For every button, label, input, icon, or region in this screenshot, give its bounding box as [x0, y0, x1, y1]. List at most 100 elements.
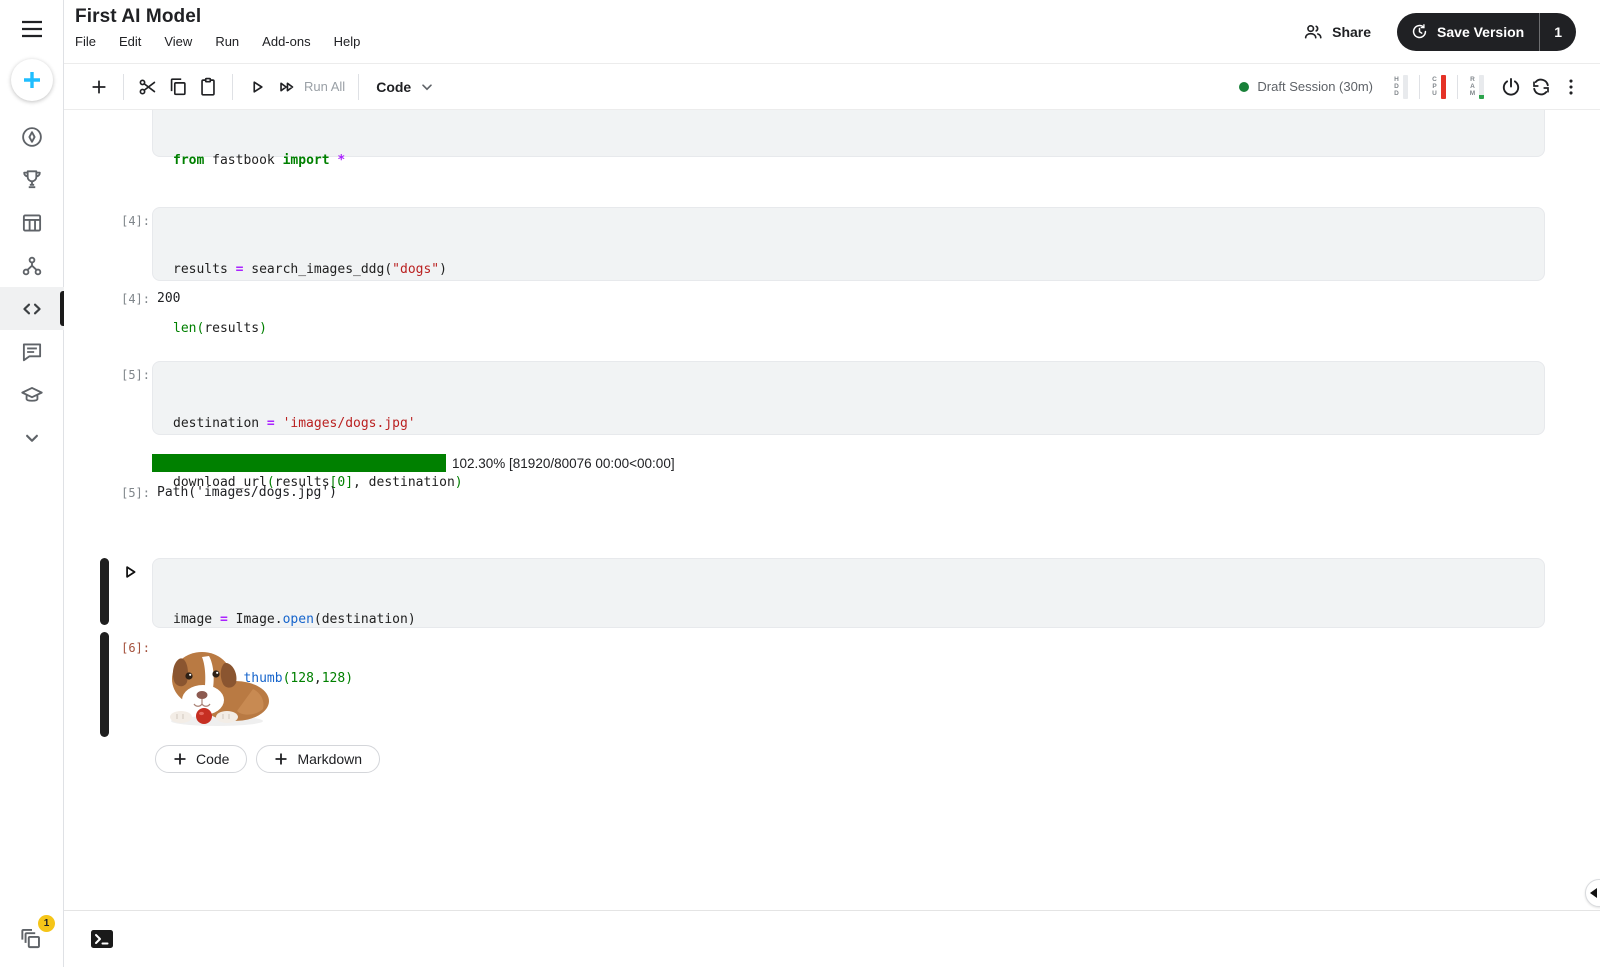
cpu-meter: CPU	[1425, 75, 1452, 99]
meter-divider	[1457, 75, 1458, 99]
menubar: File Edit View Run Add-ons Help	[75, 34, 360, 49]
trophy-icon	[19, 167, 45, 193]
chevron-down-icon	[19, 425, 45, 451]
paste-cell-button[interactable]	[193, 72, 223, 102]
code-line[interactable]: destination = 'images/dogs.jpg'	[173, 414, 1524, 434]
session-status-dot	[1239, 82, 1249, 92]
hdd-meter: HDD	[1387, 75, 1414, 99]
console-button[interactable]	[90, 929, 114, 949]
sidebar-item-discussions[interactable]	[0, 330, 64, 373]
sidebar-item-competitions[interactable]	[0, 158, 64, 201]
code-line[interactable]: image.to_thumb(128,128)	[173, 669, 1524, 689]
code-icon	[19, 296, 45, 322]
compass-icon	[19, 124, 45, 150]
create-button[interactable]	[11, 59, 53, 101]
table-grid-icon	[19, 210, 45, 236]
menu-add-ons[interactable]: Add-ons	[262, 34, 310, 49]
menu-edit[interactable]: Edit	[119, 34, 141, 49]
code-line[interactable]: results = search_images_ddg("dogs")	[173, 260, 1524, 280]
cell-type-dropdown[interactable]: Code	[368, 75, 441, 99]
app-window: 1 First AI Model File Edit View Run Add-…	[0, 0, 1600, 967]
save-version-label: Save Version	[1437, 24, 1524, 40]
triangle-left-icon	[1590, 888, 1597, 898]
sidebar-item-home[interactable]	[0, 115, 64, 158]
add-cell-row: Code Markdown	[155, 745, 380, 773]
people-icon	[1302, 21, 1324, 43]
save-version-button[interactable]: Save Version 1	[1397, 13, 1576, 51]
play-icon	[120, 562, 140, 582]
toolbar-divider	[358, 74, 359, 100]
share-button[interactable]: Share	[1302, 21, 1371, 43]
code-line[interactable]: from fastbook import *	[173, 151, 1524, 171]
notebook-toolbar: Run All Code Draft Session (30m) HDD	[64, 64, 1600, 110]
hdd-meter-label: HDD	[1393, 76, 1400, 97]
meter-divider	[1419, 75, 1420, 99]
menu-view[interactable]: View	[164, 34, 192, 49]
notebook-title[interactable]: First AI Model	[75, 4, 360, 30]
run-all-button[interactable]	[272, 72, 302, 102]
model-network-icon	[19, 253, 45, 279]
comment-icon	[19, 339, 45, 365]
download-progress: 102.30% [81920/80076 00:00<00:00]	[152, 454, 675, 472]
cell-output-text: 200	[157, 291, 180, 306]
copy-cell-button[interactable]	[163, 72, 193, 102]
input-prompt: [5]:	[110, 368, 150, 382]
code-line[interactable]: len(results)	[173, 319, 1524, 339]
hdd-meter-bar	[1403, 75, 1408, 99]
add-code-cell-button[interactable]: Code	[155, 745, 247, 773]
run-cell-button[interactable]	[242, 72, 272, 102]
restart-session-button[interactable]	[1526, 72, 1556, 102]
selected-output-indicator	[100, 632, 109, 737]
scissors-icon	[137, 76, 159, 98]
hamburger-menu-button[interactable]	[0, 16, 64, 42]
plus-icon	[88, 76, 110, 98]
refresh-icon	[1529, 75, 1553, 99]
menu-help[interactable]: Help	[334, 34, 361, 49]
output-prompt: [4]:	[110, 292, 150, 306]
toolbar-divider	[123, 74, 124, 100]
code-line[interactable]: download_url(results[0], destination)	[173, 473, 1524, 493]
sidebar-item-models[interactable]	[0, 244, 64, 287]
cpu-meter-bar	[1441, 75, 1446, 99]
bottom-bar	[64, 910, 1600, 967]
kebab-menu-icon	[1560, 76, 1582, 98]
run-this-cell-button[interactable]	[118, 560, 142, 584]
header: First AI Model File Edit View Run Add-on…	[64, 0, 1600, 64]
more-options-button[interactable]	[1556, 72, 1586, 102]
play-icon	[246, 76, 268, 98]
menu-file[interactable]: File	[75, 34, 96, 49]
events-count-badge: 1	[38, 915, 55, 932]
active-events-button[interactable]: 1	[17, 923, 47, 953]
add-cell-button[interactable]	[84, 72, 114, 102]
resource-meters: HDD CPU RAM	[1387, 75, 1490, 99]
chevron-down-icon	[421, 81, 433, 93]
copy-icon	[167, 76, 189, 98]
cut-cell-button[interactable]	[133, 72, 163, 102]
graduation-cap-icon	[19, 382, 45, 408]
run-all-label[interactable]: Run All	[304, 79, 345, 94]
main-area: First AI Model File Edit View Run Add-on…	[64, 0, 1600, 967]
sidebar-item-code[interactable]	[0, 287, 64, 330]
code-cell-download-url[interactable]: destination = 'images/dogs.jpg' download…	[152, 361, 1545, 435]
sidebar-item-learn[interactable]	[0, 373, 64, 416]
session-status: Draft Session (30m)	[1239, 79, 1373, 94]
power-session-button[interactable]	[1496, 72, 1526, 102]
code-cell-search-images[interactable]: results = search_images_ddg("dogs") len(…	[152, 207, 1545, 281]
code-line[interactable]: image = Image.open(destination)	[173, 610, 1524, 630]
history-clock-icon	[1410, 22, 1429, 41]
output-prompt: [6]:	[110, 641, 150, 655]
menu-run[interactable]: Run	[215, 34, 239, 49]
selected-cell-indicator	[100, 558, 109, 625]
version-count[interactable]: 1	[1540, 13, 1576, 51]
cell-type-value: Code	[376, 79, 411, 95]
code-cell-imports[interactable]: from fastbook import * from fastai.visio…	[152, 110, 1545, 157]
code-cell-show-image[interactable]: image = Image.open(destination) image.to…	[152, 558, 1545, 628]
notebook-canvas[interactable]: from fastbook import * from fastai.visio…	[64, 110, 1600, 910]
plus-icon	[21, 69, 43, 91]
sidebar-item-datasets[interactable]	[0, 201, 64, 244]
terminal-icon	[90, 929, 114, 949]
sidebar-item-more[interactable]	[0, 416, 64, 459]
output-prompt: [5]:	[110, 486, 150, 500]
add-markdown-cell-button[interactable]: Markdown	[256, 745, 380, 773]
add-markdown-label: Markdown	[297, 751, 362, 767]
